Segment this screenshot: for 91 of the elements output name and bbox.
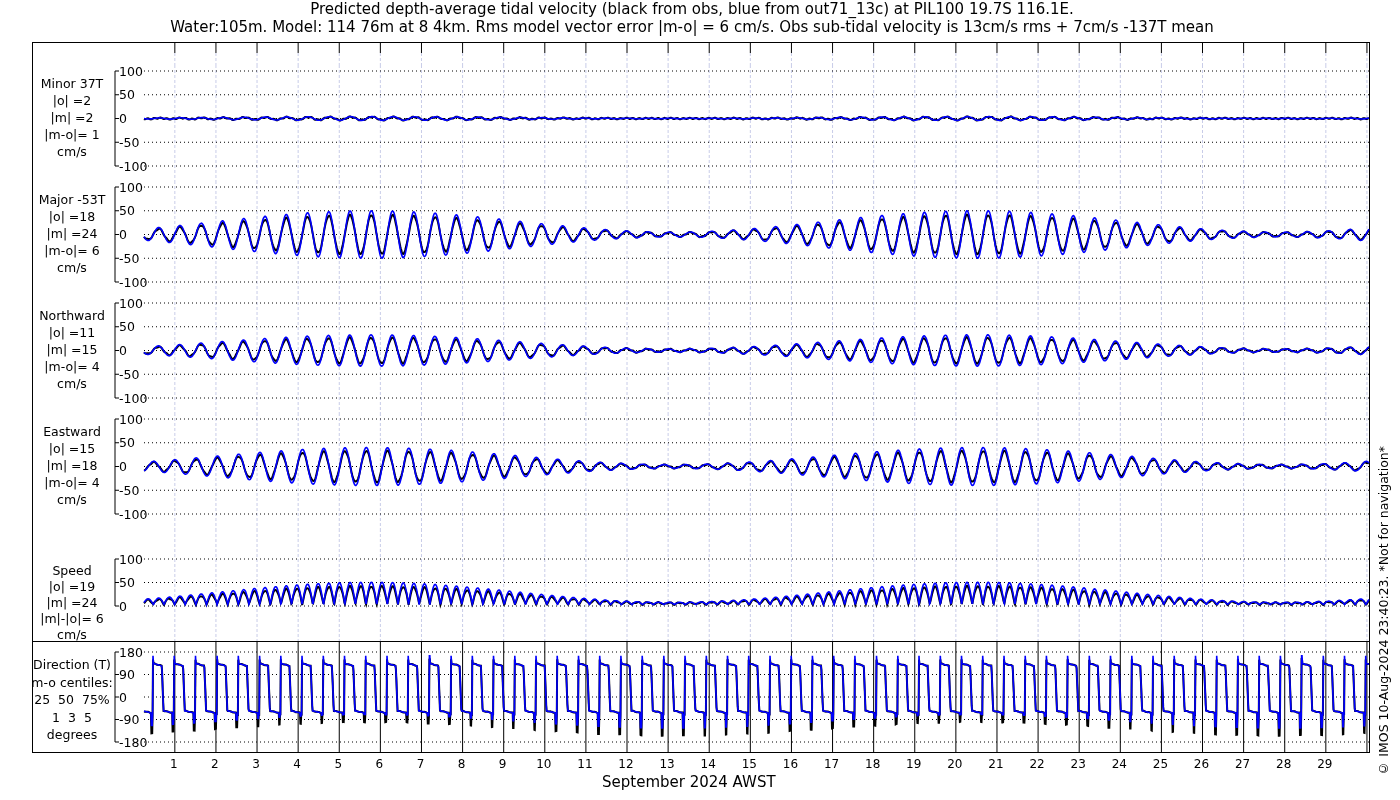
panel-label-line: 25 50 75% <box>34 691 110 709</box>
tick-label: -180 <box>119 734 148 750</box>
tick-label: -90 <box>119 712 140 727</box>
day-label: 22 <box>1029 757 1045 771</box>
day-label: 13 <box>659 757 675 771</box>
tick-label: -50 <box>119 366 140 382</box>
panel-label-line: Direction (T) <box>33 656 111 674</box>
day-label: 29 <box>1317 757 1333 771</box>
tick-label: 0 <box>119 111 127 126</box>
panel-label-line: |m-o|= 6 <box>44 242 100 259</box>
tick-label: -50 <box>119 482 140 498</box>
day-label: 14 <box>700 757 716 771</box>
day-label: 8 <box>457 757 466 771</box>
panel-label-line: |m| =24 <box>46 225 98 242</box>
tick-label: 0 <box>119 343 127 358</box>
panel-label-line: |m-o|= 4 <box>44 358 100 375</box>
panel-label-line: |m-o|= 1 <box>44 126 100 143</box>
day-label: 24 <box>1111 757 1127 771</box>
day-label: 15 <box>741 757 757 771</box>
tick-label: 50 <box>119 575 135 590</box>
tick-label: -100 <box>119 158 148 174</box>
day-label: 4 <box>293 757 301 771</box>
panel-label-line: |m| =2 <box>50 109 94 126</box>
panel-label-line: Northward <box>39 307 105 324</box>
tick-label: 0 <box>119 598 127 614</box>
tick-label: 100 <box>119 179 143 195</box>
x-axis-label: September 2024 AWST <box>602 773 776 791</box>
day-label: 7 <box>416 757 425 771</box>
day-label: 28 <box>1276 757 1292 771</box>
panel-label-line: degrees <box>46 726 98 744</box>
tick-label: 100 <box>119 63 143 79</box>
day-label: 17 <box>823 757 840 771</box>
day-label: 19 <box>906 757 922 771</box>
day-label: 26 <box>1193 757 1210 771</box>
y-axis <box>114 558 120 607</box>
panel-label-line: cm/s <box>57 259 87 276</box>
day-label: 11 <box>577 757 593 771</box>
day-label: 10 <box>536 757 552 771</box>
chart-title: Predicted depth-average tidal velocity (black from obs, blue from out71_13c) at PIL100 19.7S 116.1E. <box>310 0 1074 18</box>
tick-label: 50 <box>119 319 135 335</box>
panel-label-line: |o| =2 <box>52 92 92 109</box>
day-label: 21 <box>988 757 1004 771</box>
tick-label: 90 <box>119 667 135 682</box>
tick-label: 100 <box>119 551 143 567</box>
tick-label: 50 <box>119 87 135 103</box>
tick-label: -100 <box>119 506 148 522</box>
tick-label: -100 <box>119 274 148 290</box>
day-label: 27 <box>1235 757 1251 771</box>
day-label: 6 <box>375 757 384 771</box>
panel-label-line: |o| =11 <box>48 324 96 341</box>
panel-label-line: |m| =18 <box>46 457 98 474</box>
day-label: 18 <box>865 757 881 771</box>
day-label: 9 <box>498 757 507 771</box>
panel-label-line: |o| =19 <box>48 579 96 595</box>
day-label: 16 <box>782 757 799 771</box>
day-label: 3 <box>252 757 260 771</box>
tick-label: 0 <box>119 459 127 474</box>
panel-label-line: cm/s <box>57 375 87 392</box>
panel-label-line: Eastward <box>43 423 101 440</box>
tick-label: 100 <box>119 295 143 311</box>
panel-label-line: Major -53T <box>38 191 106 208</box>
panel-label-line: |m-o|= 4 <box>44 474 100 491</box>
tick-label: 180 <box>119 644 143 660</box>
tick-label: -50 <box>119 250 140 266</box>
panel-label-line: |o| =15 <box>48 440 96 457</box>
tick-label: 0 <box>119 227 127 242</box>
tick-label: 0 <box>119 689 127 705</box>
panel-label-line: |m| =15 <box>46 341 98 358</box>
tick-label: 50 <box>119 203 135 219</box>
panel-label-line: cm/s <box>57 143 87 160</box>
panel-label-line: Speed <box>52 563 92 579</box>
panel-label-line: |m| =24 <box>46 595 98 611</box>
day-label: 1 <box>170 757 178 771</box>
chart-title: Water:105m. Model: 114 76m at 8 4km. Rms model vector error |m-o| = 6 cm/s. Obs sub-tidal velocity is 13cm/s rms + 7cm/s -137T mean <box>170 18 1214 36</box>
tick-label: 50 <box>119 435 135 451</box>
day-label: 12 <box>618 757 634 771</box>
panel-label-line: cm/s <box>57 491 87 508</box>
day-label: 5 <box>334 757 343 771</box>
panel-label-line: |m|-|o|= 6 <box>40 611 104 627</box>
copyright-note: © IMOS 10-Aug-2024 23:40:23. *Not for navigation* <box>1376 446 1391 776</box>
day-label: 25 <box>1152 757 1169 771</box>
tick-label: 100 <box>119 411 143 427</box>
day-label: 2 <box>211 757 219 771</box>
day-label: 20 <box>947 757 963 771</box>
panel-label-line: Minor 37T <box>40 75 104 92</box>
tick-label: -100 <box>119 390 148 406</box>
tick-label: -50 <box>119 134 140 150</box>
panel-label-line: |o| =18 <box>48 208 96 225</box>
panel-label-line: 1 3 5 <box>52 708 92 726</box>
day-label: 23 <box>1070 757 1086 771</box>
panel-label-line: cm/s <box>57 627 87 643</box>
